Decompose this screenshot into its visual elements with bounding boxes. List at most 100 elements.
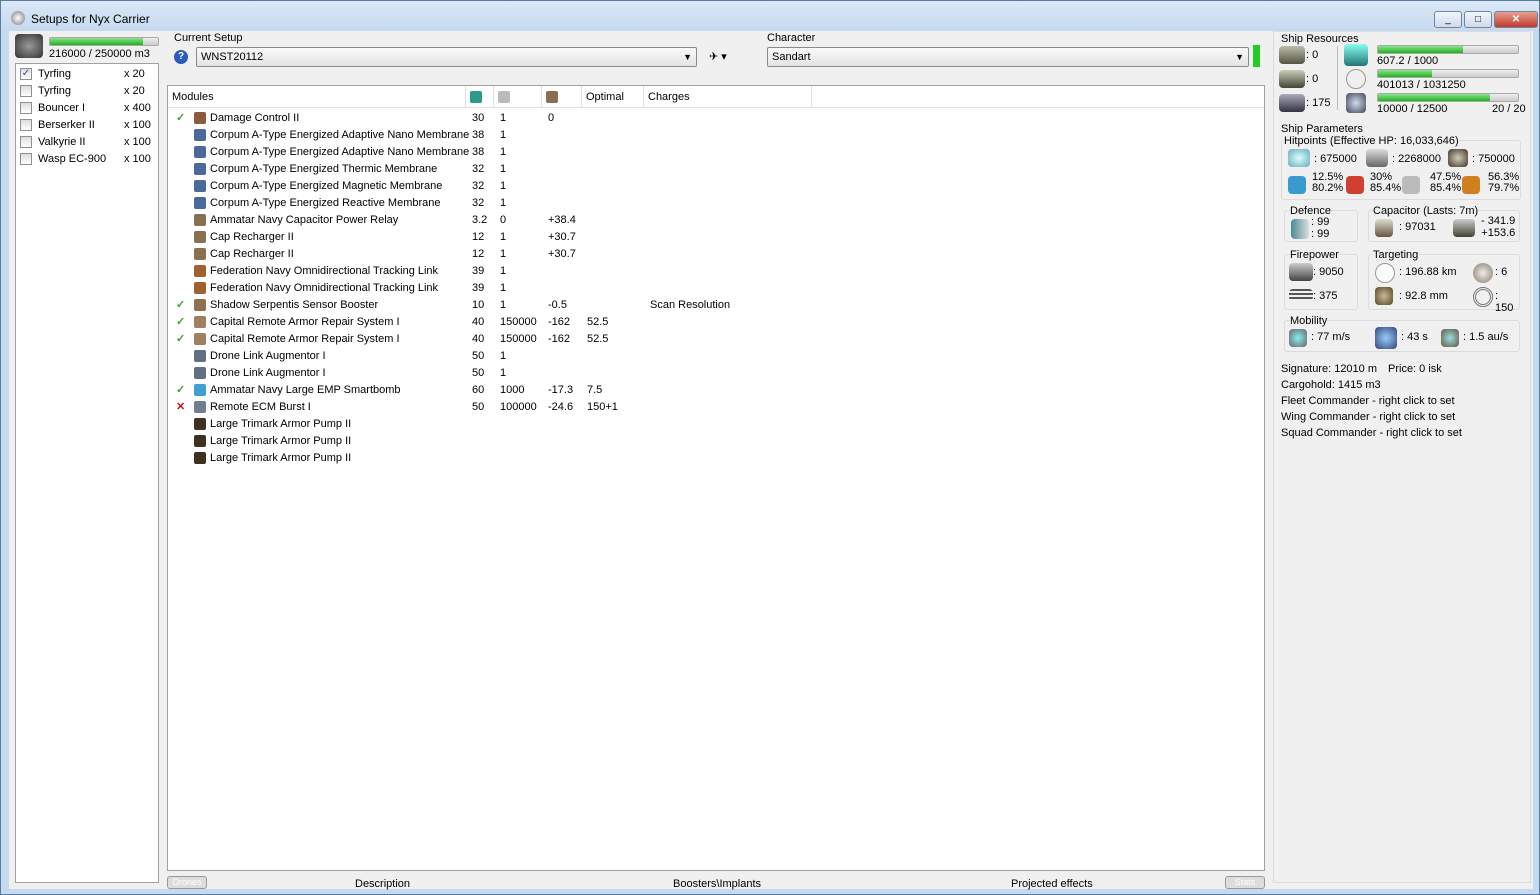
stats-panel: Ship Resources : 0 : 0 : 175 607.2 / 100…: [1273, 31, 1531, 883]
drone-checkbox[interactable]: [20, 85, 32, 98]
module-row[interactable]: Corpum A-Type Energized Adaptive Nano Me…: [168, 127, 1264, 144]
module-row[interactable]: ✓ Capital Remote Armor Repair System I 4…: [168, 331, 1264, 348]
module-icon: [194, 435, 206, 447]
drone-checkbox[interactable]: ✓: [20, 68, 32, 81]
drone-item[interactable]: ✓ Tyrfing x 20: [20, 66, 158, 83]
drone-quantity: x 400: [124, 102, 151, 114]
em-resist: 12.5% 80.2%: [1312, 172, 1343, 194]
module-row[interactable]: Cap Recharger II 12 1 +30.7: [168, 246, 1264, 263]
module-cpu: 32: [472, 163, 485, 175]
module-powergrid: 1: [500, 231, 507, 243]
drone-item[interactable]: Tyrfing x 20: [20, 83, 158, 100]
active-check-icon: ✓: [176, 299, 186, 311]
module-row[interactable]: Ammatar Navy Capacitor Power Relay 3.2 0…: [168, 212, 1264, 229]
column-optimal[interactable]: Optimal: [582, 86, 644, 108]
drone-checkbox[interactable]: [20, 136, 32, 149]
module-row[interactable]: Corpum A-Type Energized Thermic Membrane…: [168, 161, 1264, 178]
module-row[interactable]: ✓ Ammatar Navy Large EMP Smartbomb 60 10…: [168, 382, 1264, 399]
module-row[interactable]: Large Trimark Armor Pump II: [168, 450, 1264, 467]
em-resist-icon: [1288, 176, 1306, 194]
question-icon[interactable]: ?: [174, 50, 188, 64]
column-capacitor[interactable]: [542, 86, 582, 108]
description-tab[interactable]: Description: [355, 877, 410, 891]
module-row[interactable]: Large Trimark Armor Pump II: [168, 433, 1264, 450]
drone-checkbox[interactable]: [20, 102, 32, 115]
module-row[interactable]: Cap Recharger II 12 1 +30.7: [168, 229, 1264, 246]
launcher-slots: : 0: [1306, 73, 1319, 85]
module-row[interactable]: ✓ Damage Control II 30 1 0: [168, 110, 1264, 127]
drone-item[interactable]: Valkyrie II x 100: [20, 134, 158, 151]
module-cpu: 50: [472, 401, 485, 413]
drone-quantity: x 100: [124, 119, 151, 131]
module-powergrid: 100000: [500, 401, 537, 413]
module-row[interactable]: Federation Navy Omnidirectional Tracking…: [168, 280, 1264, 297]
drone-checkbox[interactable]: [20, 119, 32, 132]
squad-commander[interactable]: Squad Commander - right click to set: [1281, 427, 1462, 439]
module-icon: [194, 163, 206, 175]
explosive-resist-icon: [1462, 176, 1480, 194]
module-icon: [194, 146, 206, 158]
setup-dropdown[interactable]: WNST20112 ▼: [196, 47, 697, 67]
module-cpu: 32: [472, 180, 485, 192]
firepower-label: Firepower: [1290, 249, 1339, 261]
module-row[interactable]: Corpum A-Type Energized Reactive Membran…: [168, 195, 1264, 212]
drone-checkbox[interactable]: [20, 153, 32, 166]
drone-name: Valkyrie II: [38, 136, 86, 148]
powergrid-usage: 401013 / 1031250: [1377, 79, 1466, 91]
module-row[interactable]: Drone Link Augmentor I 50 1: [168, 365, 1264, 382]
column-cpu[interactable]: [466, 86, 494, 108]
drone-name: Tyrfing: [38, 68, 72, 80]
module-row[interactable]: ✓ Capital Remote Armor Repair System I 4…: [168, 314, 1264, 331]
projected-effects-tab[interactable]: Projected effects: [1011, 877, 1093, 891]
drone-item[interactable]: Wasp EC-900 x 100: [20, 151, 158, 168]
boosters-implants-tab[interactable]: Boosters\Implants: [673, 877, 761, 891]
module-powergrid: 1: [500, 197, 507, 209]
column-powergrid[interactable]: [494, 86, 542, 108]
module-row[interactable]: Federation Navy Omnidirectional Tracking…: [168, 263, 1264, 280]
ship-menu-button[interactable]: ✈ ▾: [709, 50, 727, 63]
drone-bandwidth-bar: [1377, 93, 1519, 102]
module-icon: [194, 367, 206, 379]
column-modules[interactable]: Modules: [168, 86, 466, 108]
drones-tab-button[interactable]: Drones: [167, 876, 207, 889]
defence-b: : 99: [1311, 228, 1330, 240]
module-row[interactable]: ✕ Remote ECM Burst I 50 100000 -24.6 150…: [168, 399, 1264, 416]
drone-name: Wasp EC-900: [38, 153, 107, 165]
modules-header: Modules Optimal Charges: [168, 86, 1264, 108]
module-name: Large Trimark Armor Pump II: [210, 418, 352, 430]
mobility-label: Mobility: [1290, 315, 1328, 327]
minimize-button[interactable]: _: [1434, 11, 1462, 28]
wing-commander[interactable]: Wing Commander - right click to set: [1281, 411, 1455, 423]
module-row[interactable]: Corpum A-Type Energized Magnetic Membran…: [168, 178, 1264, 195]
launcher-icon: [1279, 70, 1305, 88]
speed-icon: [1289, 329, 1307, 347]
module-capacitor: +30.7: [548, 231, 576, 243]
module-name: Corpum A-Type Energized Magnetic Membran…: [210, 180, 443, 192]
cap-recharge-icon: [1453, 219, 1475, 237]
module-row[interactable]: Corpum A-Type Energized Adaptive Nano Me…: [168, 144, 1264, 161]
module-row[interactable]: Large Trimark Armor Pump II: [168, 416, 1264, 433]
module-powergrid: 1: [500, 129, 507, 141]
volley: : 375: [1313, 290, 1338, 302]
drone-name: Tyrfing: [38, 85, 72, 97]
maximize-button[interactable]: □: [1464, 11, 1492, 28]
max-speed: : 77 m/s: [1311, 331, 1351, 343]
module-capacitor: 0: [548, 112, 555, 124]
module-name: Corpum A-Type Energized Adaptive Nano Me…: [210, 146, 470, 158]
fleet-commander[interactable]: Fleet Commander - right click to set: [1281, 395, 1455, 407]
module-row[interactable]: ✓ Shadow Serpentis Sensor Booster 10 1 -…: [168, 297, 1264, 314]
drone-bay-bar: [49, 37, 159, 46]
character-dropdown[interactable]: Sandart ▼: [767, 47, 1249, 67]
explosive-resist-b: 79.7%: [1488, 182, 1520, 194]
drone-item[interactable]: Bouncer I x 400: [20, 100, 158, 117]
warp-speed-icon: [1441, 329, 1459, 347]
module-optimal: 52.5: [587, 333, 609, 345]
module-row[interactable]: Drone Link Augmentor I 50 1: [168, 348, 1264, 365]
drone-item[interactable]: Berserker II x 100: [20, 117, 158, 134]
title-bar: Setups for Nyx Carrier _ □ ✕: [1, 1, 1539, 31]
close-button[interactable]: ✕: [1494, 11, 1538, 28]
powergrid-icon: [1346, 69, 1366, 89]
stats-tab-button[interactable]: Stats: [1225, 876, 1265, 889]
column-charges[interactable]: Charges: [644, 86, 812, 108]
module-icon: [194, 112, 206, 124]
